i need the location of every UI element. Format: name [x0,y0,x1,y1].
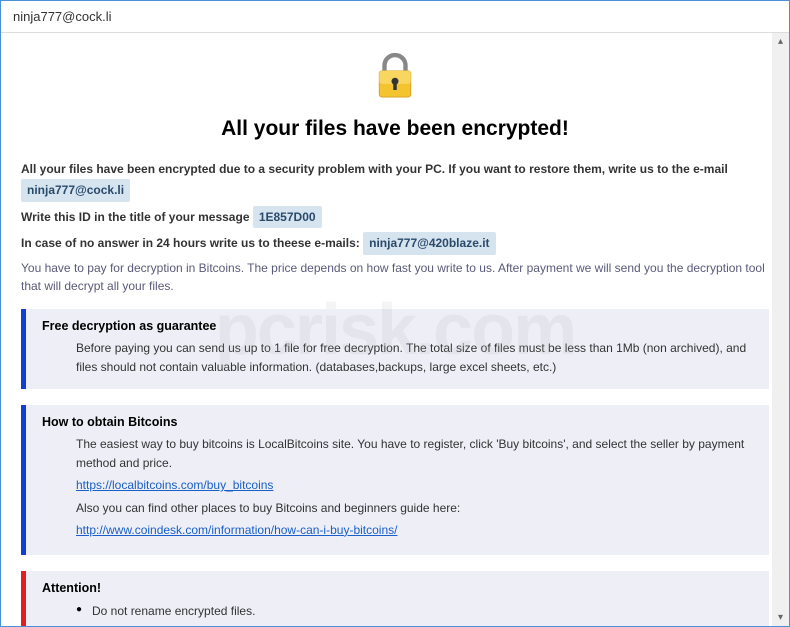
intro-line-2: Write this ID in the title of your messa… [21,206,769,228]
intro-text-1: All your files have been encrypted due t… [21,162,728,176]
section-guarantee: Free decryption as guarantee Before payi… [21,309,769,389]
section-guarantee-body: Before paying you can send us up to 1 fi… [42,339,755,377]
list-item: Do not try to decrypt your data using th… [76,622,755,626]
intro-line-1: All your files have been encrypted due t… [21,159,769,202]
content-area: pcrisk.com All your files have been encr… [1,33,789,626]
scroll-down-arrow[interactable]: ▾ [772,609,789,626]
list-item: Do not rename encrypted files. [76,601,755,623]
vertical-scrollbar[interactable]: ▴ ▾ [772,33,789,626]
email-badge-2: ninja777@420blaze.it [363,232,495,254]
intro-text-2: Write this ID in the title of your messa… [21,210,253,224]
attention-list: Do not rename encrypted files. Do not tr… [42,601,755,626]
intro-text-3: In case of no answer in 24 hours write u… [21,236,363,250]
application-window: ninja777@cock.li pcrisk.com All your fil… [0,0,790,627]
payment-note: You have to pay for decryption in Bitcoi… [21,259,769,295]
coindesk-link[interactable]: http://www.coindesk.com/information/how-… [76,523,397,537]
lock-icon [21,48,769,109]
email-badge-1: ninja777@cock.li [21,179,130,201]
intro-line-3: In case of no answer in 24 hours write u… [21,232,769,254]
section-attention: Attention! Do not rename encrypted files… [21,571,769,626]
section-guarantee-title: Free decryption as guarantee [42,319,755,333]
obtain-text-1: The easiest way to buy bitcoins is Local… [76,435,755,473]
section-attention-title: Attention! [42,581,755,595]
section-obtain: How to obtain Bitcoins The easiest way t… [21,405,769,555]
localbitcoins-link[interactable]: https://localbitcoins.com/buy_bitcoins [76,478,273,492]
window-title: ninja777@cock.li [1,1,789,33]
scroll-up-arrow[interactable]: ▴ [772,33,789,50]
section-obtain-body: The easiest way to buy bitcoins is Local… [42,435,755,540]
main-heading: All your files have been encrypted! [21,117,769,141]
id-badge: 1E857D00 [253,206,322,228]
section-obtain-title: How to obtain Bitcoins [42,415,755,429]
obtain-text-2: Also you can find other places to buy Bi… [76,499,755,518]
